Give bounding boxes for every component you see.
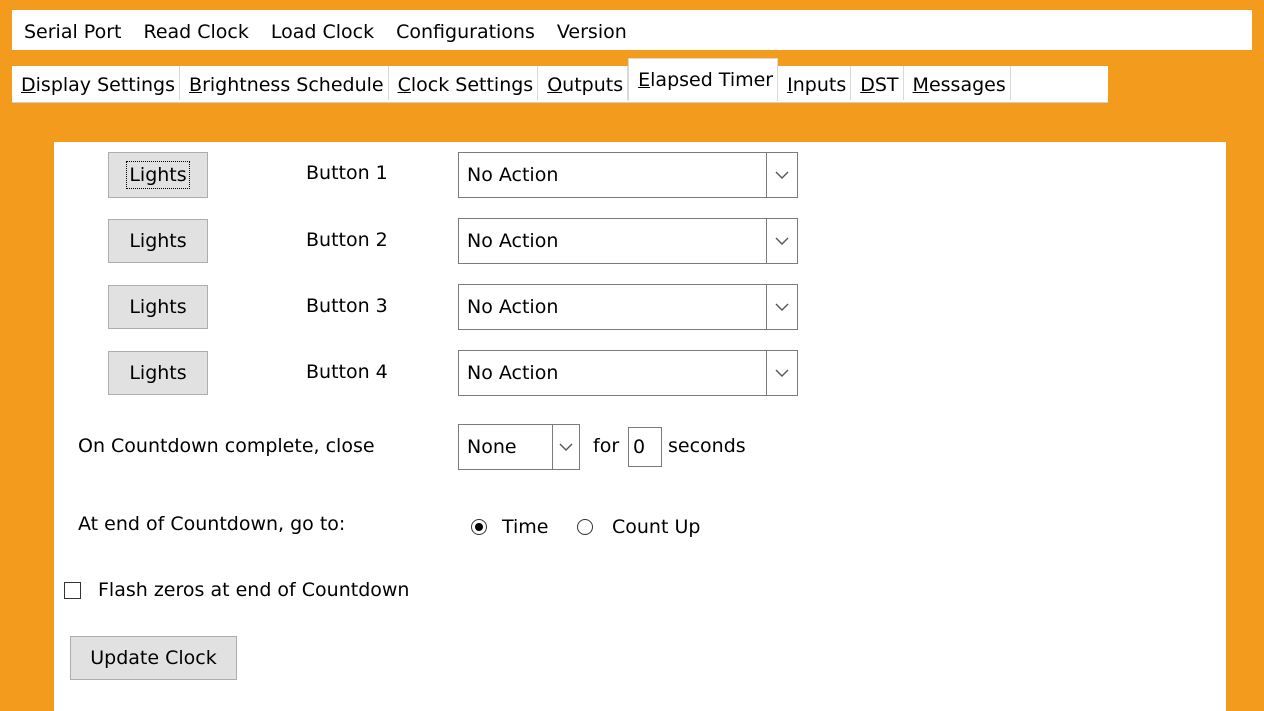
tab-inputs-label: nputs [792, 74, 847, 96]
radio-time[interactable] [471, 519, 487, 535]
tab-clock-settings[interactable]: Clock Settings [388, 66, 539, 100]
tab-elapsed-timer-label: lapsed Timer [650, 69, 774, 91]
radio-count-up[interactable] [577, 519, 593, 535]
tabs: Display Settings Brightness Schedule Clo… [12, 58, 1011, 102]
button-1-action-value: No Action [467, 164, 559, 186]
button-1-label: Button 1 [306, 162, 388, 184]
lights-button-2[interactable]: Lights [108, 219, 208, 263]
flash-zeros-checkbox[interactable] [64, 582, 81, 599]
tab-brightness-schedule[interactable]: Brightness Schedule [180, 66, 389, 100]
countdown-close-value: None [467, 436, 517, 458]
tab-inputs[interactable]: Inputs [778, 66, 852, 100]
tab-outputs[interactable]: Outputs [538, 66, 629, 100]
button-2-label: Button 2 [306, 229, 388, 251]
lights-button-2-label: Lights [129, 230, 187, 252]
tab-messages[interactable]: Messages [903, 66, 1011, 100]
lights-button-3[interactable]: Lights [108, 285, 208, 329]
lights-button-1[interactable]: Lights [108, 152, 208, 198]
button-3-action-select[interactable]: No Action [458, 284, 798, 330]
menu-read-clock[interactable]: Read Clock [131, 10, 258, 50]
menu-configurations[interactable]: Configurations [384, 10, 545, 50]
lights-button-4[interactable]: Lights [108, 351, 208, 395]
radio-selected-dot [475, 523, 483, 531]
countdown-close-label: On Countdown complete, close [78, 435, 375, 457]
tab-brightness-schedule-label: rightness Schedule [202, 74, 384, 96]
countdown-close-select[interactable]: None [458, 424, 580, 470]
menu-load-clock[interactable]: Load Clock [259, 10, 384, 50]
lights-button-3-label: Lights [129, 296, 187, 318]
tab-brightness-schedule-mnemonic: B [189, 74, 203, 96]
tab-outputs-label: utputs [562, 74, 624, 96]
tab-dst-label: ST [874, 74, 899, 96]
menu-version[interactable]: Version [545, 10, 637, 50]
tab-strip: Display Settings Brightness Schedule Clo… [12, 56, 1252, 104]
tab-display-settings-mnemonic: D [21, 74, 36, 96]
for-label: for [593, 435, 620, 457]
elapsed-timer-panel: Lights Button 1 No Action Lights Button … [54, 142, 1226, 711]
button-3-action-value: No Action [467, 296, 559, 318]
tab-elapsed-timer[interactable]: Elapsed Timer [628, 58, 779, 101]
button-3-label: Button 3 [306, 295, 388, 317]
radio-count-up-label: Count Up [612, 516, 701, 538]
button-2-action-select[interactable]: No Action [458, 218, 798, 264]
button-4-label: Button 4 [306, 361, 388, 383]
lights-button-1-label: Lights [126, 161, 190, 189]
tab-outputs-mnemonic: O [547, 74, 563, 96]
menu-bar: Serial Port Read Clock Load Clock Config… [12, 10, 1252, 50]
menu-serial-port[interactable]: Serial Port [12, 10, 131, 50]
lights-button-4-label: Lights [129, 362, 187, 384]
chevron-down-icon[interactable] [766, 351, 797, 395]
tab-clock-settings-label: lock Settings [410, 74, 534, 96]
tab-clock-settings-mnemonic: C [397, 74, 411, 96]
chevron-down-icon[interactable] [552, 425, 579, 469]
flash-zeros-label: Flash zeros at end of Countdown [98, 579, 410, 601]
button-2-action-value: No Action [467, 230, 559, 252]
chevron-down-icon[interactable] [766, 285, 797, 329]
button-4-action-value: No Action [467, 362, 559, 384]
button-1-action-select[interactable]: No Action [458, 152, 798, 198]
radio-time-label: Time [502, 516, 549, 538]
tab-display-settings-label: isplay Settings [35, 74, 176, 96]
update-clock-label: Update Clock [90, 647, 217, 669]
tab-dst-mnemonic: D [860, 74, 875, 96]
update-clock-button[interactable]: Update Clock [70, 636, 237, 680]
seconds-input[interactable]: 0 [628, 427, 662, 467]
tab-messages-mnemonic: M [912, 74, 929, 96]
button-4-action-select[interactable]: No Action [458, 350, 798, 396]
tab-display-settings[interactable]: Display Settings [12, 66, 181, 100]
chevron-down-icon[interactable] [766, 153, 797, 197]
chevron-down-icon[interactable] [766, 219, 797, 263]
tab-messages-label: essages [928, 74, 1006, 96]
end-goto-label: At end of Countdown, go to: [78, 513, 346, 535]
seconds-label: seconds [668, 435, 746, 457]
tab-elapsed-timer-mnemonic: E [638, 69, 651, 91]
tab-dst[interactable]: DST [851, 66, 904, 100]
